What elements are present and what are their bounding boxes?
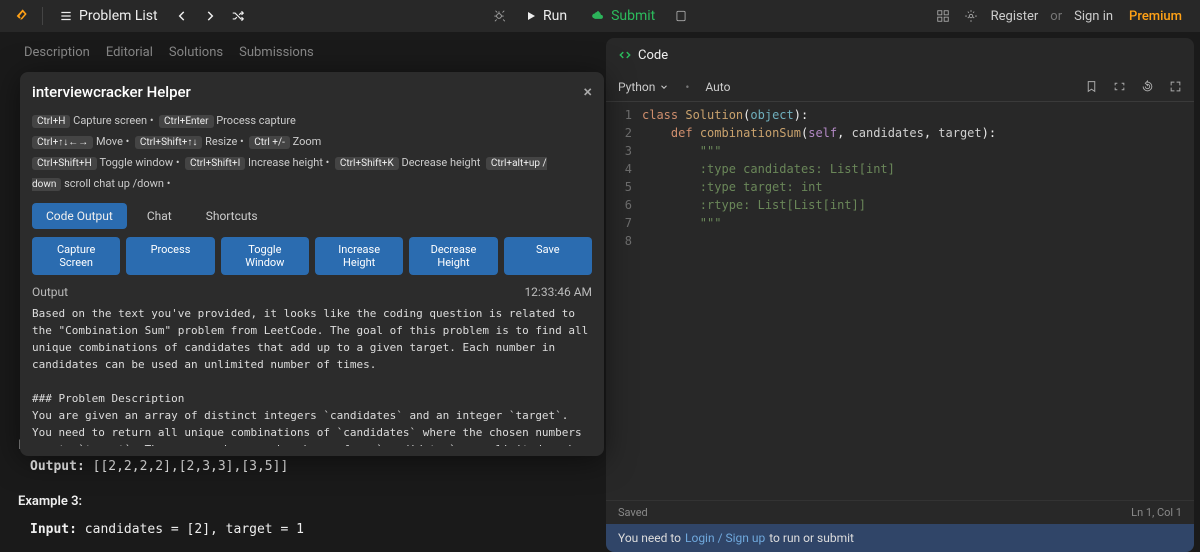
- increase-height-button[interactable]: Increase Height: [315, 237, 403, 275]
- bookmark-icon[interactable]: [1084, 80, 1098, 94]
- list-icon: [59, 9, 73, 23]
- play-icon: [525, 10, 537, 22]
- process-button[interactable]: Process: [126, 237, 214, 275]
- notes-icon[interactable]: [669, 4, 693, 28]
- helper-title: interviewcracker Helper: [32, 83, 191, 101]
- output-label: Output: [32, 285, 68, 299]
- format-icon[interactable]: [1112, 80, 1126, 94]
- code-editor[interactable]: 12345678 class Solution(object): def com…: [606, 102, 1194, 500]
- helper-tabs: Code Output Chat Shortcuts: [32, 203, 592, 229]
- editor-statusbar: Saved Ln 1, Col 1: [606, 500, 1194, 524]
- run-button[interactable]: Run: [515, 4, 577, 28]
- helper-dialog: interviewcracker Helper × Ctrl+H Capture…: [20, 72, 604, 456]
- helper-shortcuts: Ctrl+H Capture screen • Ctrl+Enter Proce…: [32, 111, 592, 195]
- chevron-down-icon: [659, 82, 669, 92]
- toggle-window-button[interactable]: Toggle Window: [221, 237, 309, 275]
- run-label: Run: [543, 8, 567, 24]
- premium-link[interactable]: Premium: [1121, 5, 1190, 28]
- problem-list-button[interactable]: Problem List: [51, 4, 166, 28]
- next-problem-button[interactable]: [198, 4, 222, 28]
- tab-editorial[interactable]: Editorial: [106, 45, 153, 60]
- code-header: Code: [606, 38, 1194, 72]
- tab-solutions[interactable]: Solutions: [169, 45, 223, 60]
- submit-button[interactable]: Submit: [581, 4, 665, 28]
- helper-tab-code-output[interactable]: Code Output: [32, 203, 127, 229]
- register-link[interactable]: Register: [987, 9, 1043, 24]
- helper-close-button[interactable]: ×: [583, 82, 592, 101]
- problem-list-label: Problem List: [79, 8, 158, 24]
- helper-tab-chat[interactable]: Chat: [133, 203, 186, 229]
- gutter: 12345678: [606, 106, 642, 500]
- divider: [42, 7, 43, 25]
- topbar: Problem List Run Submit Register or Sign…: [0, 0, 1200, 32]
- signin-link[interactable]: Sign in: [1070, 9, 1117, 24]
- reset-icon[interactable]: [1140, 80, 1154, 94]
- auto-label[interactable]: Auto: [705, 80, 730, 94]
- decrease-height-button[interactable]: Decrease Height: [409, 237, 497, 275]
- code-lines[interactable]: class Solution(object): def combinationS…: [642, 106, 1194, 500]
- language-bar: Python • Auto: [606, 72, 1194, 102]
- debug-icon[interactable]: [487, 4, 511, 28]
- submit-label: Submit: [611, 8, 655, 24]
- login-signup-link[interactable]: Login / Sign up: [685, 531, 765, 545]
- example-3-title: Example 3:: [18, 494, 82, 509]
- layout-icon[interactable]: [931, 4, 955, 28]
- settings-icon[interactable]: [959, 4, 983, 28]
- problem-tabs: Description Editorial Solutions Submissi…: [6, 38, 594, 66]
- tab-submissions[interactable]: Submissions: [239, 45, 314, 60]
- save-button[interactable]: Save: [504, 237, 592, 275]
- capture-screen-button[interactable]: Capture Screen: [32, 237, 120, 275]
- fullscreen-icon[interactable]: [1168, 80, 1182, 94]
- helper-button-row: Capture Screen Process Toggle Window Inc…: [32, 237, 592, 275]
- saved-label: Saved: [618, 506, 648, 519]
- output-timestamp: 12:33:46 AM: [524, 285, 592, 299]
- code-label: Code: [638, 48, 668, 63]
- leetcode-logo[interactable]: [10, 4, 34, 28]
- tab-description[interactable]: Description: [24, 45, 90, 60]
- code-icon: [618, 48, 632, 62]
- login-banner: You need to Login / Sign up to run or su…: [606, 524, 1194, 552]
- language-select[interactable]: Python: [618, 80, 669, 94]
- helper-tab-shortcuts[interactable]: Shortcuts: [192, 203, 272, 229]
- cloud-upload-icon: [591, 9, 605, 23]
- code-panel: Code Python • Auto 12345678 class Soluti…: [606, 38, 1194, 552]
- or-text: or: [1046, 9, 1066, 24]
- shuffle-button[interactable]: [226, 4, 250, 28]
- cursor-position: Ln 1, Col 1: [1131, 506, 1182, 519]
- prev-problem-button[interactable]: [170, 4, 194, 28]
- output-body: Based on the text you've provided, it lo…: [32, 305, 592, 446]
